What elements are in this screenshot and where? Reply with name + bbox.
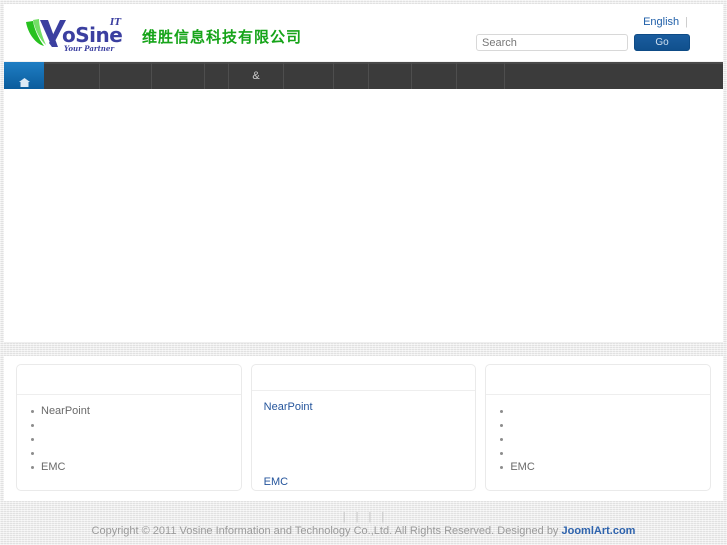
- list-item[interactable]: [498, 432, 698, 446]
- list-item[interactable]: EMC: [498, 460, 698, 474]
- language-link-english[interactable]: English: [643, 16, 679, 28]
- module-title: [486, 365, 711, 395]
- search-go-button[interactable]: Go: [634, 34, 690, 51]
- main-navigation: &: [4, 62, 723, 89]
- module-link[interactable]: EMC: [264, 476, 288, 488]
- module-title: [17, 365, 241, 395]
- module-link-list: NearPoint EMC: [29, 404, 229, 474]
- module-body: NearPoint EMC: [17, 395, 241, 490]
- site-footer: | | | | Copyright © 2011 Vosine Information…: [0, 507, 727, 545]
- bottom-module-1: NearPoint EMC: [16, 364, 242, 491]
- list-item[interactable]: [29, 418, 229, 432]
- list-item[interactable]: EMC: [29, 460, 229, 474]
- svg-text:Your Partner: Your Partner: [64, 44, 115, 53]
- copyright-text: Copyright © 2011 Vosine Information and …: [91, 525, 562, 537]
- list-item[interactable]: [264, 450, 464, 475]
- home-icon: [18, 78, 30, 87]
- nav-item[interactable]: [284, 62, 334, 89]
- footer-separator: |: [368, 511, 372, 523]
- designer-link[interactable]: JoomlArt.com: [562, 525, 636, 537]
- footer-separator: |: [355, 511, 359, 523]
- bottom-module-2: NearPoint EMC: [250, 364, 477, 491]
- list-item[interactable]: EMC: [264, 475, 464, 491]
- page-container: oSine IT Your Partner 维胜信息科技有限公司 English…: [4, 4, 723, 507]
- bottom-modules: NearPoint EMC NearPoint EMC EMC: [4, 356, 723, 501]
- site-header: oSine IT Your Partner 维胜信息科技有限公司 English…: [4, 4, 723, 62]
- logo-mark: oSine IT Your Partner: [22, 16, 134, 54]
- language-separator: |: [685, 16, 688, 28]
- nav-item[interactable]: &: [229, 62, 284, 89]
- footer-navigation: | | | |: [0, 507, 727, 523]
- site-logo[interactable]: oSine IT Your Partner 维胜信息科技有限公司: [22, 12, 302, 54]
- nav-item-label: &: [252, 69, 260, 82]
- nav-item[interactable]: [505, 62, 539, 89]
- list-item[interactable]: [498, 418, 698, 432]
- module-body: EMC: [486, 395, 710, 490]
- module-link-list: NearPoint EMC: [264, 400, 464, 491]
- nav-item[interactable]: [152, 62, 205, 89]
- footer-separator: |: [342, 511, 346, 523]
- nav-item[interactable]: [412, 62, 457, 89]
- nav-item[interactable]: [100, 62, 152, 89]
- list-item[interactable]: [498, 404, 698, 418]
- nav-item-home[interactable]: [4, 62, 44, 89]
- module-link[interactable]: EMC: [510, 461, 534, 473]
- search-form: Go: [460, 34, 690, 51]
- module-link-list: EMC: [498, 404, 698, 474]
- module-title: [251, 365, 476, 391]
- module-link[interactable]: NearPoint: [264, 401, 313, 413]
- search-input[interactable]: [476, 34, 628, 51]
- nav-item[interactable]: [369, 62, 412, 89]
- vosine-logo-icon: oSine IT Your Partner: [26, 18, 123, 53]
- list-item[interactable]: [264, 425, 464, 450]
- module-body: NearPoint EMC: [252, 391, 476, 491]
- company-name-cn: 维胜信息科技有限公司: [142, 28, 303, 46]
- svg-text:IT: IT: [109, 18, 122, 28]
- footer-separator: |: [381, 511, 385, 523]
- nav-item[interactable]: [44, 62, 100, 89]
- list-item[interactable]: NearPoint: [29, 404, 229, 418]
- list-item[interactable]: [29, 432, 229, 446]
- list-item[interactable]: [498, 446, 698, 460]
- footer-copyright: Copyright © 2011 Vosine Information and …: [0, 525, 727, 537]
- list-item[interactable]: [29, 446, 229, 460]
- main-content-area: [4, 89, 723, 343]
- bottom-module-3: EMC: [485, 364, 712, 491]
- module-link[interactable]: EMC: [41, 461, 65, 473]
- nav-item[interactable]: [205, 62, 229, 89]
- nav-item[interactable]: [334, 62, 369, 89]
- header-utility-area: English | Go: [460, 15, 690, 51]
- module-link[interactable]: NearPoint: [41, 405, 90, 417]
- list-item[interactable]: NearPoint: [264, 400, 464, 425]
- language-switcher: English |: [460, 15, 690, 29]
- nav-item[interactable]: [457, 62, 505, 89]
